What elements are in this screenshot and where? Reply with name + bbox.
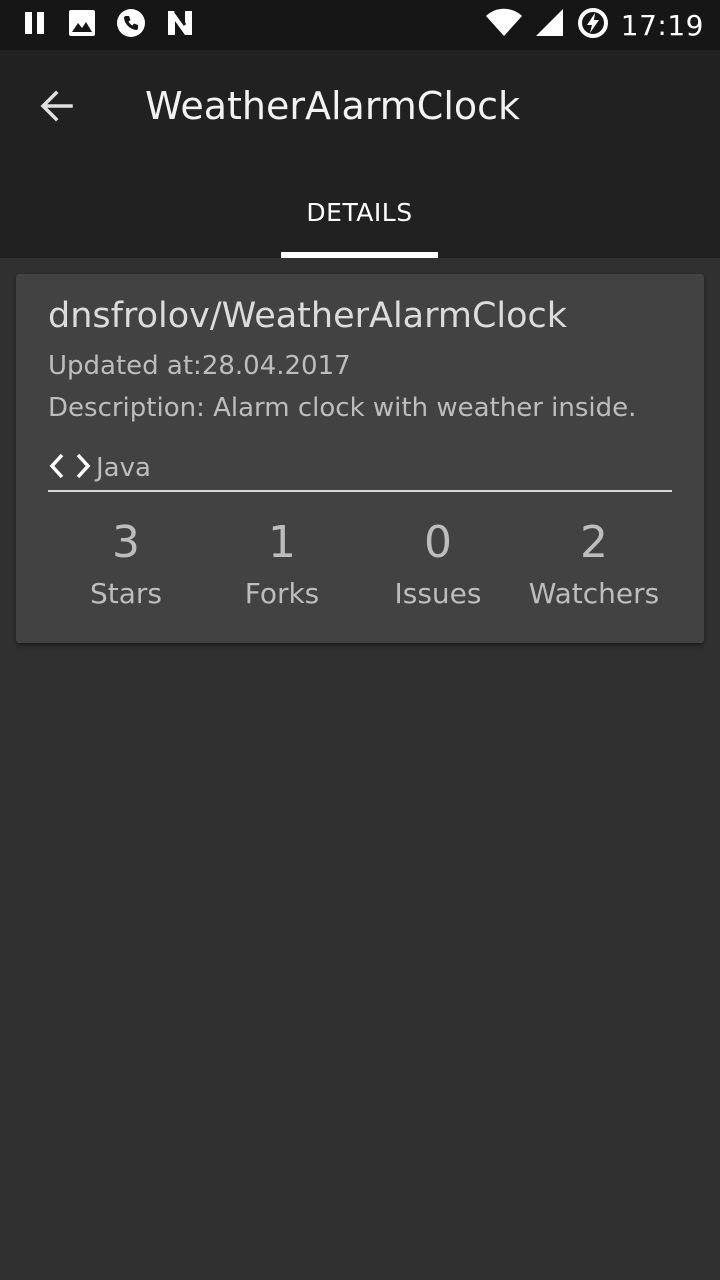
pause-icon [22,10,48,40]
back-button[interactable] [22,82,92,134]
app-bar: WeatherAlarmClock DETAILS [0,50,720,258]
stat-label: Stars [89,577,162,610]
notification-icons [22,8,194,42]
tab-details[interactable]: DETAILS [281,178,438,258]
language-label: Java [96,453,151,483]
system-icons: 17:19 [485,8,704,42]
tab-label: DETAILS [306,198,413,227]
status-bar: 17:19 [0,0,720,50]
stat-label: Watchers [528,577,660,610]
stat-stars: 3 Stars [48,514,204,624]
battery-charging-icon [577,7,609,43]
code-icon [48,451,94,485]
image-icon [68,9,96,41]
page-title: WeatherAlarmClock [145,84,521,128]
stat-value: 1 [268,517,296,568]
stat-label: Issues [394,577,482,610]
repo-full-name: dnsfrolov/WeatherAlarmClock [48,296,568,336]
arrow-back-icon [39,88,75,128]
n-icon [166,9,194,41]
stat-value: 3 [112,517,140,568]
repo-card[interactable]: dnsfrolov/WeatherAlarmClock Updated at:2… [16,274,704,643]
repo-updated-date: Updated at:28.04.2017 [48,351,351,381]
clock-time: 17:19 [620,8,704,42]
wifi-icon [485,8,523,42]
repo-description: Description: Alarm clock with weather in… [48,393,637,423]
repo-language: Java [48,450,151,486]
stat-forks: 1 Forks [204,514,360,624]
stat-watchers: 2 Watchers [516,514,672,624]
phone-icon [116,8,146,42]
divider [48,490,672,492]
stat-value: 0 [424,517,452,568]
stat-issues: 0 Issues [360,514,516,624]
tab-indicator [281,252,438,258]
repo-stats: 3 Stars 1 Forks 0 Issues 2 Watchers [48,514,672,624]
stat-label: Forks [244,577,320,610]
signal-icon [535,8,565,42]
stat-value: 2 [580,517,608,568]
